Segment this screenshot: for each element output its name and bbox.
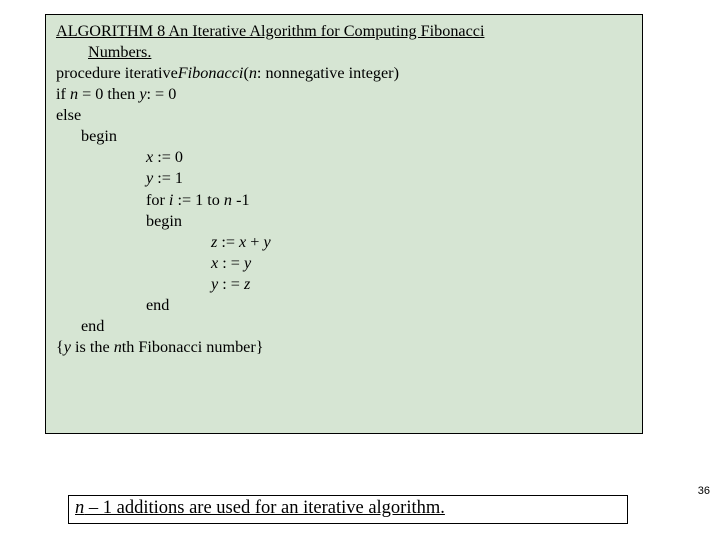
- page-number: 36: [698, 485, 710, 497]
- begin-line-2: begin: [146, 211, 632, 232]
- algorithm-box: ALGORITHM 8 An Iterative Algorithm for C…: [45, 14, 643, 434]
- postcondition: {y is the nth Fibonacci number}: [56, 337, 632, 358]
- algo-title-2: Numbers.: [56, 42, 632, 63]
- z-assign: z := x + y: [211, 232, 632, 253]
- begin-line-1: begin: [81, 126, 632, 147]
- for-line: for i := 1 to n -1: [146, 190, 632, 211]
- end-2: end: [81, 316, 632, 337]
- end-1: end: [146, 295, 632, 316]
- algo-title-1: ALGORITHM 8 An Iterative Algorithm for C…: [56, 21, 632, 42]
- else-line: else: [56, 105, 632, 126]
- summary-box: n – 1 additions are used for an iterativ…: [68, 495, 628, 524]
- procedure-line: procedure iterativeFibonacci(n: nonnegat…: [56, 63, 632, 84]
- x-assign: x := 0: [146, 147, 632, 168]
- y2-assign: y : = z: [211, 274, 632, 295]
- summary-text: n – 1 additions are used for an iterativ…: [75, 498, 445, 518]
- x2-assign: x : = y: [211, 253, 632, 274]
- if-line: if n = 0 then y: = 0: [56, 84, 632, 105]
- y-assign: y := 1: [146, 168, 632, 189]
